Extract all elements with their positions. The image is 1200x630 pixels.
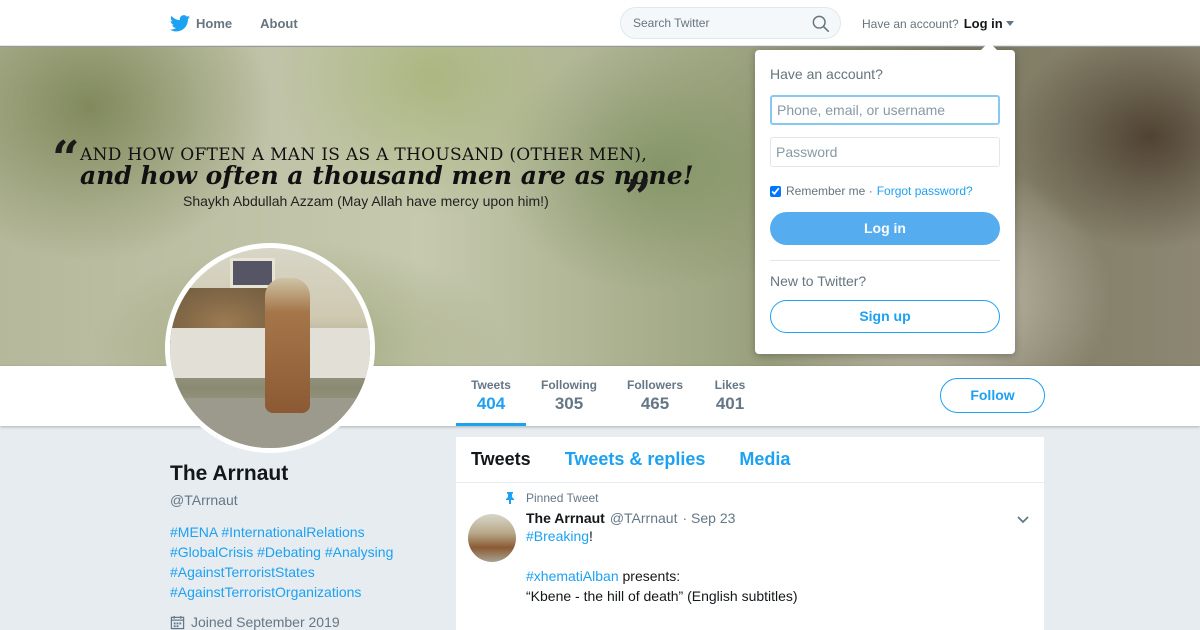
password-field[interactable]	[770, 137, 1000, 167]
bio-hashtag[interactable]: #AgainstTerroristStates	[170, 564, 315, 580]
bio-hashtag[interactable]: #MENA	[170, 524, 217, 540]
profile-sidebar: The Arrnaut @TArrnaut #MENA #Internation…	[170, 462, 440, 630]
stat-likes[interactable]: Likes 401	[710, 378, 750, 414]
nav-about[interactable]: About	[260, 16, 298, 31]
account-area: Have an account? Log in	[862, 16, 1014, 31]
pin-icon	[506, 492, 514, 504]
account-prompt: Have an account?	[862, 16, 959, 31]
tweet-text: #Breaking! #xhematiAlban presents: “Kben…	[526, 526, 1029, 606]
search-box	[620, 7, 841, 39]
stat-followers[interactable]: Followers 465	[624, 378, 686, 414]
search-input[interactable]	[633, 16, 803, 30]
remember-me-row: Remember me · Forgot password?	[770, 184, 973, 198]
pinned-label: Pinned Tweet	[526, 491, 599, 505]
bio-hashtag[interactable]: #InternationalRelations	[221, 524, 364, 540]
follow-button[interactable]: Follow	[940, 378, 1045, 413]
stat-value: 404	[476, 394, 506, 413]
open-quote-icon: “	[52, 131, 80, 187]
tweet-author-avatar[interactable]	[468, 514, 516, 562]
bio-line: #AgainstTerroristOrganizations	[170, 582, 440, 602]
signup-button[interactable]: Sign up	[770, 300, 1000, 333]
banner-quote-line2: and how often a thousand men are as none…	[80, 161, 694, 190]
new-to-twitter-prompt: New to Twitter?	[770, 273, 867, 289]
nav-home[interactable]: Home	[170, 14, 233, 32]
tweet-hashtag[interactable]: #xhematiAlban	[526, 568, 619, 584]
login-dropdown: Have an account? Remember me · Forgot pa…	[755, 42, 1015, 354]
divider	[770, 260, 1000, 261]
nav-home-label: Home	[196, 15, 233, 31]
username-field[interactable]	[770, 95, 1000, 125]
login-button[interactable]: Log in	[770, 212, 1000, 245]
bio-line: #MENA #InternationalRelations	[170, 522, 440, 542]
tweet[interactable]: Pinned Tweet The Arrnaut @TArrnaut · Sep…	[456, 483, 1044, 606]
tweet-text-suffix: !	[589, 528, 593, 544]
tweet-author-name[interactable]: The Arrnaut	[526, 510, 605, 526]
profile-avatar[interactable]	[165, 243, 375, 453]
stat-label: Likes	[714, 378, 746, 392]
tweet-date[interactable]: · Sep 23	[682, 510, 735, 526]
twitter-bird-icon	[170, 14, 190, 31]
tab-media[interactable]: Media	[739, 449, 790, 470]
chevron-down-icon[interactable]	[1016, 515, 1030, 525]
search-icon[interactable]	[812, 15, 830, 33]
profile-joined-date: Joined September 2019	[170, 614, 440, 630]
avatar-photo	[170, 248, 370, 448]
stat-label: Followers	[626, 378, 683, 392]
joined-text: Joined September 2019	[191, 614, 340, 630]
tab-tweets[interactable]: Tweets	[471, 449, 531, 470]
stat-label: Following	[541, 378, 597, 392]
nav-left: Home About	[170, 0, 326, 46]
tweet-line: #Breaking!	[526, 526, 1029, 546]
profile-handle[interactable]: @TArrnaut	[170, 492, 440, 508]
timeline-tabs: Tweets Tweets & replies Media	[456, 437, 1044, 483]
remember-me-label: Remember me ·	[786, 184, 873, 198]
bio-hashtag[interactable]: #AgainstTerroristOrganizations	[170, 584, 361, 600]
tweet-author-handle[interactable]: @TArrnaut	[610, 510, 678, 526]
stat-value: 305	[554, 394, 584, 413]
banner-quote-attribution: Shaykh Abdullah Azzam (May Allah have me…	[183, 193, 549, 209]
profile-bio: #MENA #InternationalRelations #GlobalCri…	[170, 522, 440, 602]
bio-hashtag[interactable]: #Analysing	[325, 544, 394, 560]
stat-following[interactable]: Following 305	[538, 378, 600, 414]
bio-line: #AgainstTerroristStates	[170, 562, 440, 582]
stat-tweets[interactable]: Tweets 404	[456, 378, 526, 426]
bio-hashtag[interactable]: #Debating	[257, 544, 321, 560]
bio-line: #GlobalCrisis #Debating #Analysing	[170, 542, 440, 562]
tab-tweets-and-replies[interactable]: Tweets & replies	[565, 449, 706, 470]
tweet-line: #xhematiAlban presents:	[526, 566, 1029, 586]
login-link-label: Log in	[963, 16, 1003, 31]
stat-value: 465	[640, 394, 670, 413]
tweet-header: The Arrnaut @TArrnaut · Sep 23	[526, 510, 1029, 526]
caret-down-icon	[1005, 21, 1014, 26]
calendar-icon	[170, 615, 185, 629]
remember-me-checkbox[interactable]	[770, 185, 781, 197]
login-dropdown-toggle[interactable]: Log in	[964, 16, 1014, 31]
top-navigation-bar: Home About Have an account? Log in	[0, 0, 1200, 46]
stat-value: 401	[715, 394, 745, 413]
tweet-hashtag[interactable]: #Breaking	[526, 528, 589, 544]
forgot-password-link[interactable]: Forgot password?	[877, 184, 973, 198]
tweet-line: “Kbene - the hill of death” (English sub…	[526, 588, 798, 604]
login-dropdown-title: Have an account?	[770, 66, 883, 82]
timeline: Tweets Tweets & replies Media Pinned Twe…	[456, 437, 1044, 630]
tweet-text-suffix: presents:	[618, 568, 681, 584]
pinned-indicator: Pinned Tweet	[504, 491, 1029, 505]
close-quote-icon: ”	[624, 170, 652, 226]
stat-label: Tweets	[471, 378, 511, 392]
profile-name[interactable]: The Arrnaut	[170, 462, 440, 486]
bio-hashtag[interactable]: #GlobalCrisis	[170, 544, 253, 560]
